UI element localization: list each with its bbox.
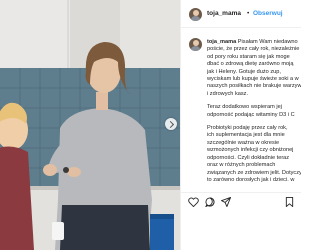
caption-line: ich suplementacja jest dla mnie bbox=[207, 132, 285, 139]
caption-line: oraz w różnych problemach bbox=[207, 162, 276, 169]
caption-line: wzmożonych infekcji czy obniżonej bbox=[207, 147, 294, 154]
caption: toja_mama Pisałam Wam niedawno poście, ż… bbox=[181, 33, 301, 193]
header-username[interactable]: toja_mama bbox=[207, 10, 241, 17]
caption-line: wyciskam lub kupuje świeże soki a w bbox=[207, 76, 299, 83]
caption-line: poście, że przez cały rok, niezależnie bbox=[207, 46, 300, 53]
caption-line: i zdrowych kasz. bbox=[207, 90, 249, 97]
caption-line: dbać o zdrową dietę zarówno moją bbox=[207, 61, 294, 68]
caption-line: szczególnie ważna w okresie bbox=[207, 139, 280, 146]
carousel-next-button[interactable] bbox=[165, 118, 177, 130]
photo-illustration bbox=[0, 0, 180, 250]
share-icon[interactable] bbox=[221, 197, 231, 207]
caption-line: Teraz dodatkowo wspieram jej bbox=[207, 104, 282, 111]
follow-button[interactable]: Obserwuj bbox=[253, 10, 283, 17]
caption-line: Probiotyki podaję przez cały rok, bbox=[207, 125, 288, 132]
caption-username[interactable]: toja_mama bbox=[207, 39, 236, 45]
post-header: toja_mama • Obserwuj bbox=[181, 0, 301, 28]
caption-line: naszych posiłkach nie brakuje warzyw bbox=[207, 83, 301, 90]
caption-line: związanych ze zdrowiem jelit. Dotyczy bbox=[207, 169, 301, 176]
caption-line: to zarówno dorosłych jak i dzieci. w bbox=[207, 176, 295, 183]
post-photo[interactable] bbox=[0, 0, 180, 250]
post-actions bbox=[181, 192, 301, 210]
caption-first-line: toja_mama Pisałam Wam niedawno bbox=[207, 39, 301, 46]
caption-line: odporność podając witaminy D3 i C bbox=[207, 111, 295, 118]
instagram-post: toja_mama • Obserwuj toja_mama Pisałam W… bbox=[0, 0, 301, 250]
heart-icon[interactable] bbox=[188, 197, 199, 207]
comment-icon[interactable] bbox=[205, 197, 215, 207]
post-sidebar: toja_mama • Obserwuj toja_mama Pisałam W… bbox=[180, 0, 301, 250]
caption-line: od pory roku staram się jak moge bbox=[207, 53, 290, 60]
header-separator: • bbox=[247, 10, 250, 17]
caption-first-text: Pisałam Wam niedawno bbox=[237, 39, 298, 45]
caption-line: odporności. Czyli dokładnie teraz bbox=[207, 154, 290, 161]
caption-avatar[interactable] bbox=[189, 38, 202, 51]
caption-line: jak i Heleny. Gotuje dużo zup, bbox=[207, 68, 281, 75]
avatar[interactable] bbox=[189, 8, 202, 21]
bookmark-icon[interactable] bbox=[285, 197, 294, 207]
caption-body: toja_mama Pisałam Wam niedawno poście, ż… bbox=[207, 39, 301, 184]
